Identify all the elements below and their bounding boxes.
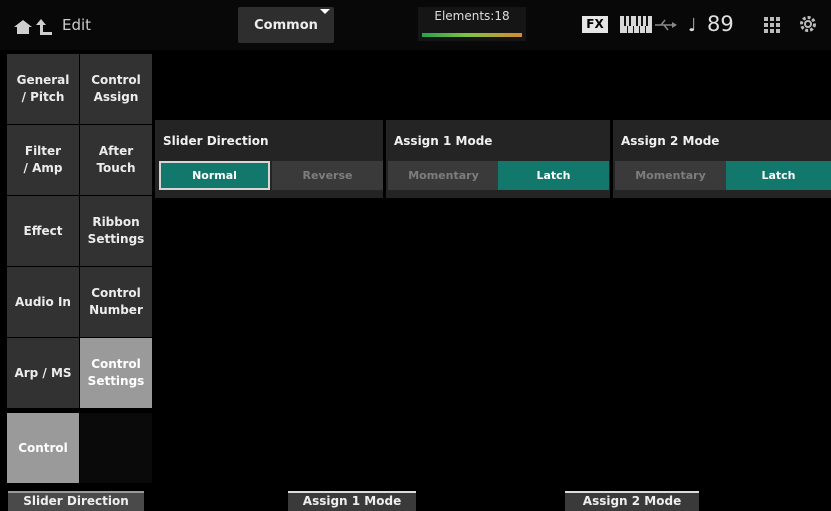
usb-icon	[655, 19, 677, 31]
subtab-control-number[interactable]: Control Number	[80, 267, 152, 337]
tab-filter-amp[interactable]: Filter / Amp	[7, 125, 79, 195]
latch-option-button[interactable]: Latch	[498, 161, 609, 190]
panel-title: Assign 2 Mode	[621, 134, 720, 148]
subtab-label: Control Number	[89, 286, 143, 317]
knob-label-assign-1-mode[interactable]: Assign 1 Mode	[288, 491, 416, 511]
tempo-value[interactable]: 89	[707, 12, 734, 36]
subtab-label: After Touch	[96, 144, 136, 175]
note-icon: ♩	[688, 15, 697, 36]
tab-label: General / Pitch	[16, 73, 70, 104]
normal-option-button[interactable]: Normal	[159, 161, 270, 190]
tab-label: Filter / Amp	[23, 144, 63, 175]
up-arrow-icon[interactable]	[36, 19, 52, 35]
subtab-after-touch[interactable]: After Touch	[80, 125, 152, 195]
edit-label: Edit	[62, 16, 92, 34]
part-selector-button[interactable]: Common	[238, 7, 334, 43]
reverse-option-button[interactable]: Reverse	[272, 161, 383, 190]
top-bar: Edit Common Elements:18 FX ♩ 89	[0, 0, 831, 50]
momentary-option-button[interactable]: Momentary	[388, 161, 499, 190]
elements-level-bar	[422, 33, 522, 37]
gear-icon[interactable]	[799, 15, 817, 33]
subtab-label: Control Settings	[87, 357, 145, 388]
subtab-label: Ribbon Settings	[87, 215, 145, 246]
tab-arp-ms[interactable]: Arp / MS	[7, 338, 79, 408]
elements-indicator[interactable]: Elements:18	[418, 7, 526, 41]
subtab-ribbon-settings[interactable]: Ribbon Settings	[80, 196, 152, 266]
tab-audio-in[interactable]: Audio In	[7, 267, 79, 337]
latch-option-button[interactable]: Latch	[726, 161, 831, 190]
tab-general-pitch[interactable]: General / Pitch	[7, 54, 79, 124]
tab-label: Effect	[23, 223, 63, 238]
panel-title: Slider Direction	[163, 134, 269, 148]
home-icon[interactable]	[14, 20, 32, 34]
dropdown-arrow-icon	[320, 9, 330, 14]
subtab-empty	[80, 413, 152, 483]
tab-label: Audio In	[15, 294, 71, 309]
elements-label: Elements:18	[434, 9, 510, 23]
knob-label-assign-2-mode[interactable]: Assign 2 Mode	[565, 491, 699, 511]
subtab-control-assign[interactable]: Control Assign	[80, 54, 152, 124]
knob-label-slider-direction[interactable]: Slider Direction	[8, 491, 144, 511]
tab-effect[interactable]: Effect	[7, 196, 79, 266]
part-selector-label: Common	[254, 18, 318, 33]
panel-title: Assign 1 Mode	[394, 134, 493, 148]
assign-1-mode-panel: Assign 1 Mode Momentary Latch	[386, 120, 610, 198]
subtab-label: Control Assign	[91, 73, 141, 104]
tab-label: Control	[18, 440, 68, 455]
grid-icon[interactable]	[764, 17, 780, 33]
fx-badge[interactable]: FX	[582, 16, 608, 33]
assign-2-mode-panel: Assign 2 Mode Momentary Latch	[613, 120, 831, 198]
slider-direction-panel: Slider Direction Normal Reverse	[155, 120, 383, 198]
subtab-control-settings[interactable]: Control Settings	[80, 338, 152, 408]
momentary-option-button[interactable]: Momentary	[615, 161, 726, 190]
tab-label: Arp / MS	[14, 365, 72, 380]
tab-control[interactable]: Control	[7, 413, 79, 483]
keyboard-icon[interactable]	[620, 16, 652, 33]
